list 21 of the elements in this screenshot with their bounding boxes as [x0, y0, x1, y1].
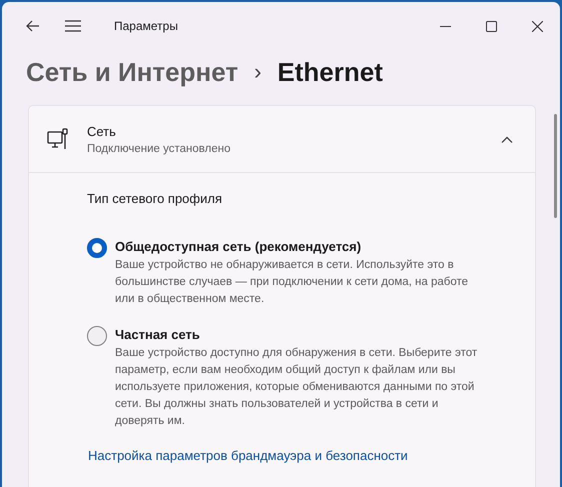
- scrollbar-thumb[interactable]: [554, 114, 557, 218]
- option-label[interactable]: Общедоступная сеть (рекомендуется): [115, 238, 487, 256]
- option-description: Ваше устройство не обнаруживается в сети. Используйте это в большинстве случаев — при подключении к сети дома, на работе или в общественном месте.: [115, 258, 470, 307]
- ethernet-monitor-icon: [47, 128, 69, 150]
- chevron-icon: [501, 136, 513, 142]
- close-icon: [532, 20, 542, 32]
- section-heading: Тип сетевого профиля: [87, 191, 223, 206]
- card-title: Сеть: [87, 124, 117, 138]
- maximize-icon: [486, 20, 496, 32]
- breadcrumb-parent[interactable]: Сеть и Интернет: [26, 56, 238, 88]
- option-label[interactable]: Частная сеть: [115, 326, 487, 344]
- option-description: Ваше устройство доступно для обнаружения в сети. Выберите этот параметр, если вам необходим общий доступ к файлам или вы используете приложения, которые обмениваются данными по этой сети. Вы должны знать пользователей и устройства в сети и доверять им.: [115, 346, 478, 429]
- window-title: Параметры: [114, 19, 179, 33]
- page-title: Ethernet: [277, 56, 383, 88]
- menu-icon: [65, 20, 81, 32]
- breadcrumb-separator: ›: [254, 59, 262, 85]
- connection-status: Подключение установлено: [87, 142, 232, 154]
- firewall-settings-link[interactable]: Настройка параметров брандмауэра и безопасности: [88, 448, 408, 463]
- radio-button[interactable]: [87, 326, 107, 346]
- back-icon: [26, 20, 40, 32]
- radio-button[interactable]: [87, 238, 107, 258]
